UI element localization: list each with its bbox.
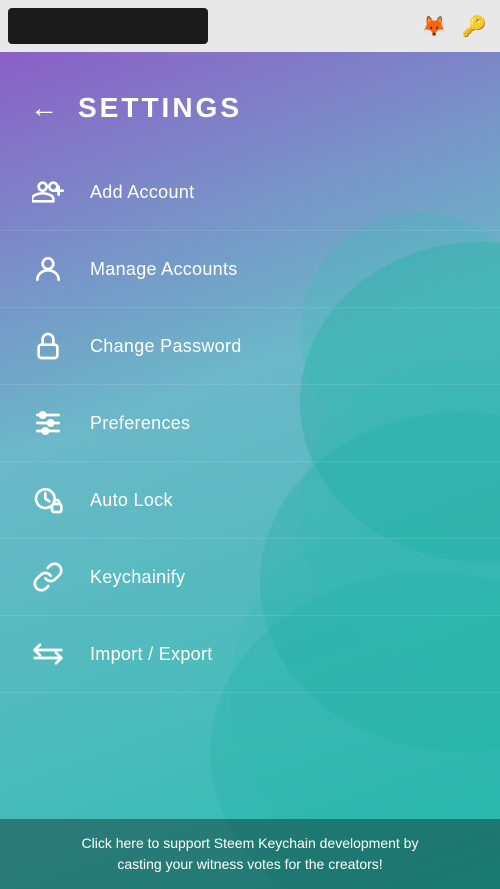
back-button[interactable]: ← <box>30 94 58 122</box>
menu-item-preferences[interactable]: Preferences <box>0 385 500 462</box>
top-bar-icons: 🦊 🔑 <box>416 8 492 44</box>
main-container: ← SETTINGS Add Account <box>0 52 500 889</box>
add-account-label: Add Account <box>90 182 194 203</box>
menu-item-change-password[interactable]: Change Password <box>0 308 500 385</box>
change-password-label: Change Password <box>90 336 242 357</box>
user-icon <box>30 251 66 287</box>
clock-lock-icon <box>30 482 66 518</box>
import-export-label: Import / Export <box>90 644 213 665</box>
menu-item-manage-accounts[interactable]: Manage Accounts <box>0 231 500 308</box>
fox-icon-button[interactable]: 🦊 <box>416 8 452 44</box>
add-user-icon <box>30 174 66 210</box>
menu-item-add-account[interactable]: Add Account <box>0 154 500 231</box>
sliders-icon <box>30 405 66 441</box>
menu-item-import-export[interactable]: Import / Export <box>0 616 500 693</box>
lock-icon <box>30 328 66 364</box>
auto-lock-label: Auto Lock <box>90 490 173 511</box>
settings-header: ← SETTINGS <box>0 52 500 154</box>
footer-banner[interactable]: Click here to support Steem Keychain dev… <box>0 819 500 889</box>
top-bar: 🦊 🔑 <box>0 0 500 52</box>
page-title: SETTINGS <box>78 92 242 124</box>
menu-list: Add Account Manage Accounts Change Passw… <box>0 154 500 693</box>
link-icon <box>30 559 66 595</box>
menu-item-keychainify[interactable]: Keychainify <box>0 539 500 616</box>
key-icon-button[interactable]: 🔑 <box>456 8 492 44</box>
logo-placeholder <box>8 8 208 44</box>
manage-accounts-label: Manage Accounts <box>90 259 238 280</box>
menu-item-auto-lock[interactable]: Auto Lock <box>0 462 500 539</box>
preferences-label: Preferences <box>90 413 190 434</box>
transfer-icon <box>30 636 66 672</box>
footer-text: Click here to support Steem Keychain dev… <box>20 833 480 875</box>
keychainify-label: Keychainify <box>90 567 185 588</box>
